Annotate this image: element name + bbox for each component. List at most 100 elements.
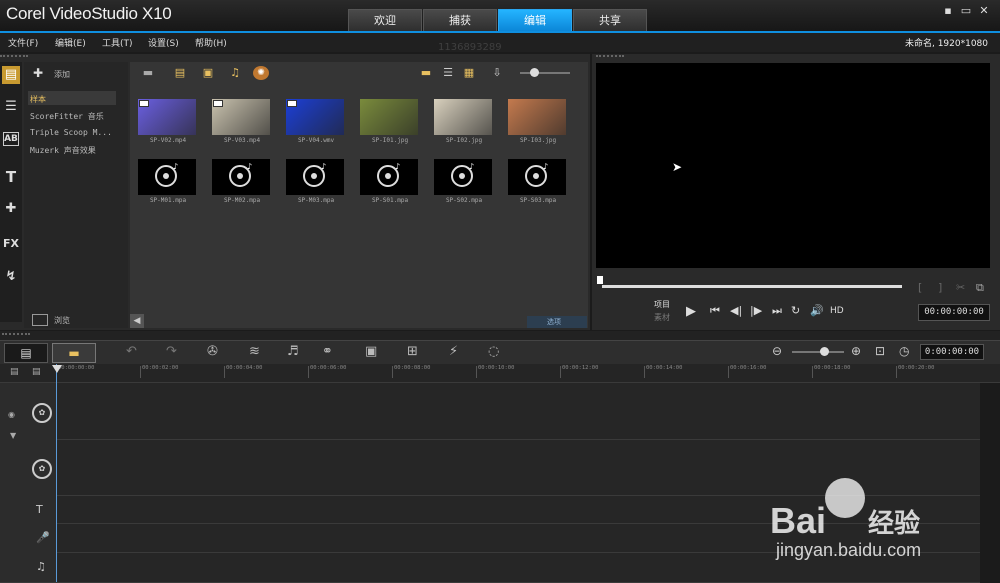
menu-edit[interactable]: 编辑(E) bbox=[55, 36, 86, 49]
splitter[interactable] bbox=[0, 331, 1000, 340]
multi-camera-icon[interactable]: ⊞ bbox=[407, 344, 418, 359]
volume-icon[interactable]: 🔊 bbox=[810, 304, 824, 317]
media-thumbnail[interactable]: ♪ SP-S01.mpa bbox=[356, 153, 418, 209]
tab-capture[interactable]: 捕获 bbox=[423, 9, 497, 32]
prev-frame-icon[interactable]: ◀| bbox=[730, 304, 742, 317]
browse-icon[interactable] bbox=[32, 314, 48, 326]
repeat-icon[interactable]: ↻ bbox=[791, 304, 800, 317]
motion-tracking-icon[interactable]: ⚭ bbox=[322, 344, 333, 359]
redo-icon[interactable]: ↷ bbox=[166, 344, 177, 359]
tab-share[interactable]: 共享 bbox=[573, 9, 647, 32]
storyboard-view-icon[interactable]: ▤ bbox=[4, 343, 48, 363]
title-icon[interactable]: T bbox=[2, 168, 20, 186]
media-thumbnail[interactable]: ♪ SP-M01.mpa bbox=[134, 153, 196, 209]
folder-triple-scoop[interactable]: Triple Scoop M... bbox=[30, 128, 112, 137]
media-thumbnail[interactable]: SP-I02.jpg bbox=[430, 93, 492, 149]
panel-grip[interactable] bbox=[0, 55, 28, 61]
music-track-icon[interactable]: ♫ bbox=[36, 560, 46, 573]
title-track-icon[interactable]: T bbox=[36, 503, 43, 516]
voice-track-icon[interactable]: 🎤 bbox=[36, 531, 50, 544]
next-frame-icon[interactable]: |▶ bbox=[750, 304, 762, 317]
video-track[interactable] bbox=[0, 383, 980, 440]
track-toggle-icon[interactable]: ◉ bbox=[8, 410, 15, 419]
sound-mixer-icon[interactable]: ≋ bbox=[249, 344, 260, 359]
fit-project-icon[interactable]: ⊡ bbox=[875, 344, 885, 358]
thumbnail-view-icon[interactable]: ▦ bbox=[461, 66, 477, 80]
end-icon[interactable]: ⏭ bbox=[772, 304, 782, 318]
maximize-button[interactable]: ▭ bbox=[958, 4, 974, 17]
overlay-track-icon[interactable]: ✿ bbox=[32, 459, 52, 479]
media-thumbnail[interactable]: SP-I03.jpg bbox=[504, 93, 566, 149]
detail-view-icon[interactable]: ☰ bbox=[440, 66, 456, 80]
timeline-timecode[interactable]: 0:00:00:00 bbox=[920, 344, 984, 360]
time-remap-icon[interactable]: ⚡ bbox=[449, 344, 458, 359]
play-icon[interactable]: ▶ bbox=[686, 304, 696, 319]
menu-help[interactable]: 帮助(H) bbox=[195, 36, 227, 49]
folder-icon[interactable]: ▬ bbox=[140, 66, 156, 80]
path-icon[interactable]: ↯ bbox=[2, 268, 20, 286]
show-photo-icon[interactable]: ▣ bbox=[200, 66, 216, 80]
chapter-icon[interactable]: ▤ bbox=[32, 367, 41, 377]
hd-button[interactable]: HD bbox=[830, 306, 844, 316]
playhead[interactable] bbox=[56, 364, 57, 582]
folder-scorefitter[interactable]: ScoreFitter 音乐 bbox=[30, 111, 104, 122]
clip-mode[interactable]: 素材 bbox=[654, 312, 670, 323]
scrubber-handle[interactable] bbox=[597, 276, 603, 284]
timeline-grip[interactable] bbox=[2, 333, 30, 339]
enlarge-icon[interactable]: ⧉ bbox=[976, 281, 984, 295]
tab-edit[interactable]: 编辑 bbox=[498, 9, 572, 32]
split-icon[interactable]: ✂ bbox=[956, 281, 965, 294]
zoom-knob[interactable] bbox=[820, 347, 829, 356]
media-thumbnail[interactable]: ♪ SP-S02.mpa bbox=[430, 153, 492, 209]
add-icon[interactable]: ✚ bbox=[33, 66, 43, 80]
options-button[interactable]: 选项 bbox=[527, 316, 587, 328]
minimize-button[interactable]: ▪ bbox=[940, 4, 956, 17]
media-thumbnail[interactable]: ♪ SP-M03.mpa bbox=[282, 153, 344, 209]
mask-creator-icon[interactable]: ◌ bbox=[488, 344, 499, 359]
media-icon[interactable]: ▤ bbox=[2, 66, 20, 84]
preview-grip[interactable] bbox=[596, 55, 624, 61]
add-label[interactable]: 添加 bbox=[54, 69, 70, 80]
mark-in-icon[interactable]: [ bbox=[918, 281, 922, 294]
instant-project-icon[interactable]: ☰ bbox=[2, 98, 20, 116]
zoom-slider[interactable] bbox=[792, 351, 844, 353]
auto-music-icon[interactable]: ♬ bbox=[287, 344, 299, 359]
sort-icon[interactable]: ✺ bbox=[253, 66, 269, 80]
folder-muzerk[interactable]: Muzerk 声音效果 bbox=[30, 145, 96, 156]
transition-icon[interactable]: AB bbox=[3, 132, 19, 146]
close-button[interactable]: ✕ bbox=[976, 4, 992, 17]
preview-screen[interactable] bbox=[596, 63, 990, 268]
scroll-left-icon[interactable]: ◀ bbox=[130, 314, 144, 328]
record-capture-icon[interactable]: ✇ bbox=[207, 344, 218, 359]
mark-out-icon[interactable]: ] bbox=[938, 281, 942, 294]
show-video-icon[interactable]: ▤ bbox=[172, 66, 188, 80]
menu-tools[interactable]: 工具(T) bbox=[102, 36, 133, 49]
thumb-size-knob[interactable] bbox=[530, 68, 539, 77]
subtitle-editor-icon[interactable]: ▣ bbox=[365, 344, 377, 359]
home-icon[interactable]: ⏮ bbox=[710, 304, 720, 318]
scrubber-bar[interactable] bbox=[602, 285, 902, 288]
track-manager-icon[interactable]: ▤ bbox=[10, 367, 19, 377]
media-thumbnail[interactable]: ♪ SP-S03.mpa bbox=[504, 153, 566, 209]
undo-icon[interactable]: ↶ bbox=[126, 344, 137, 359]
show-audio-icon[interactable]: ♫ bbox=[227, 66, 243, 80]
media-thumbnail[interactable]: SP-V02.mp4 bbox=[134, 93, 196, 149]
browse-label[interactable]: 浏览 bbox=[54, 315, 70, 326]
import-icon[interactable]: ⇩ bbox=[489, 66, 505, 80]
project-mode[interactable]: 项目 bbox=[654, 299, 670, 310]
menu-settings[interactable]: 设置(S) bbox=[148, 36, 179, 49]
folder-samples[interactable]: 样本 bbox=[30, 94, 46, 105]
media-thumbnail[interactable]: SP-V04.wmv bbox=[282, 93, 344, 149]
menu-file[interactable]: 文件(F) bbox=[8, 36, 38, 49]
media-thumbnail[interactable]: SP-I01.jpg bbox=[356, 93, 418, 149]
list-view-icon[interactable]: ▬ bbox=[418, 66, 434, 80]
zoom-in-icon[interactable]: ⊕ bbox=[851, 344, 861, 358]
tab-welcome[interactable]: 欢迎 bbox=[348, 9, 422, 32]
media-thumbnail[interactable]: ♪ SP-M02.mpa bbox=[208, 153, 270, 209]
preview-timecode[interactable]: 00:00:00:00 bbox=[918, 304, 990, 321]
timeline-view-icon[interactable]: ▬ bbox=[52, 343, 96, 363]
zoom-out-icon[interactable]: ⊖ bbox=[772, 344, 782, 358]
fx-icon[interactable]: FX bbox=[2, 235, 20, 253]
expand-tracks-icon[interactable]: ▼ bbox=[10, 431, 16, 440]
media-thumbnail[interactable]: SP-V03.mp4 bbox=[208, 93, 270, 149]
